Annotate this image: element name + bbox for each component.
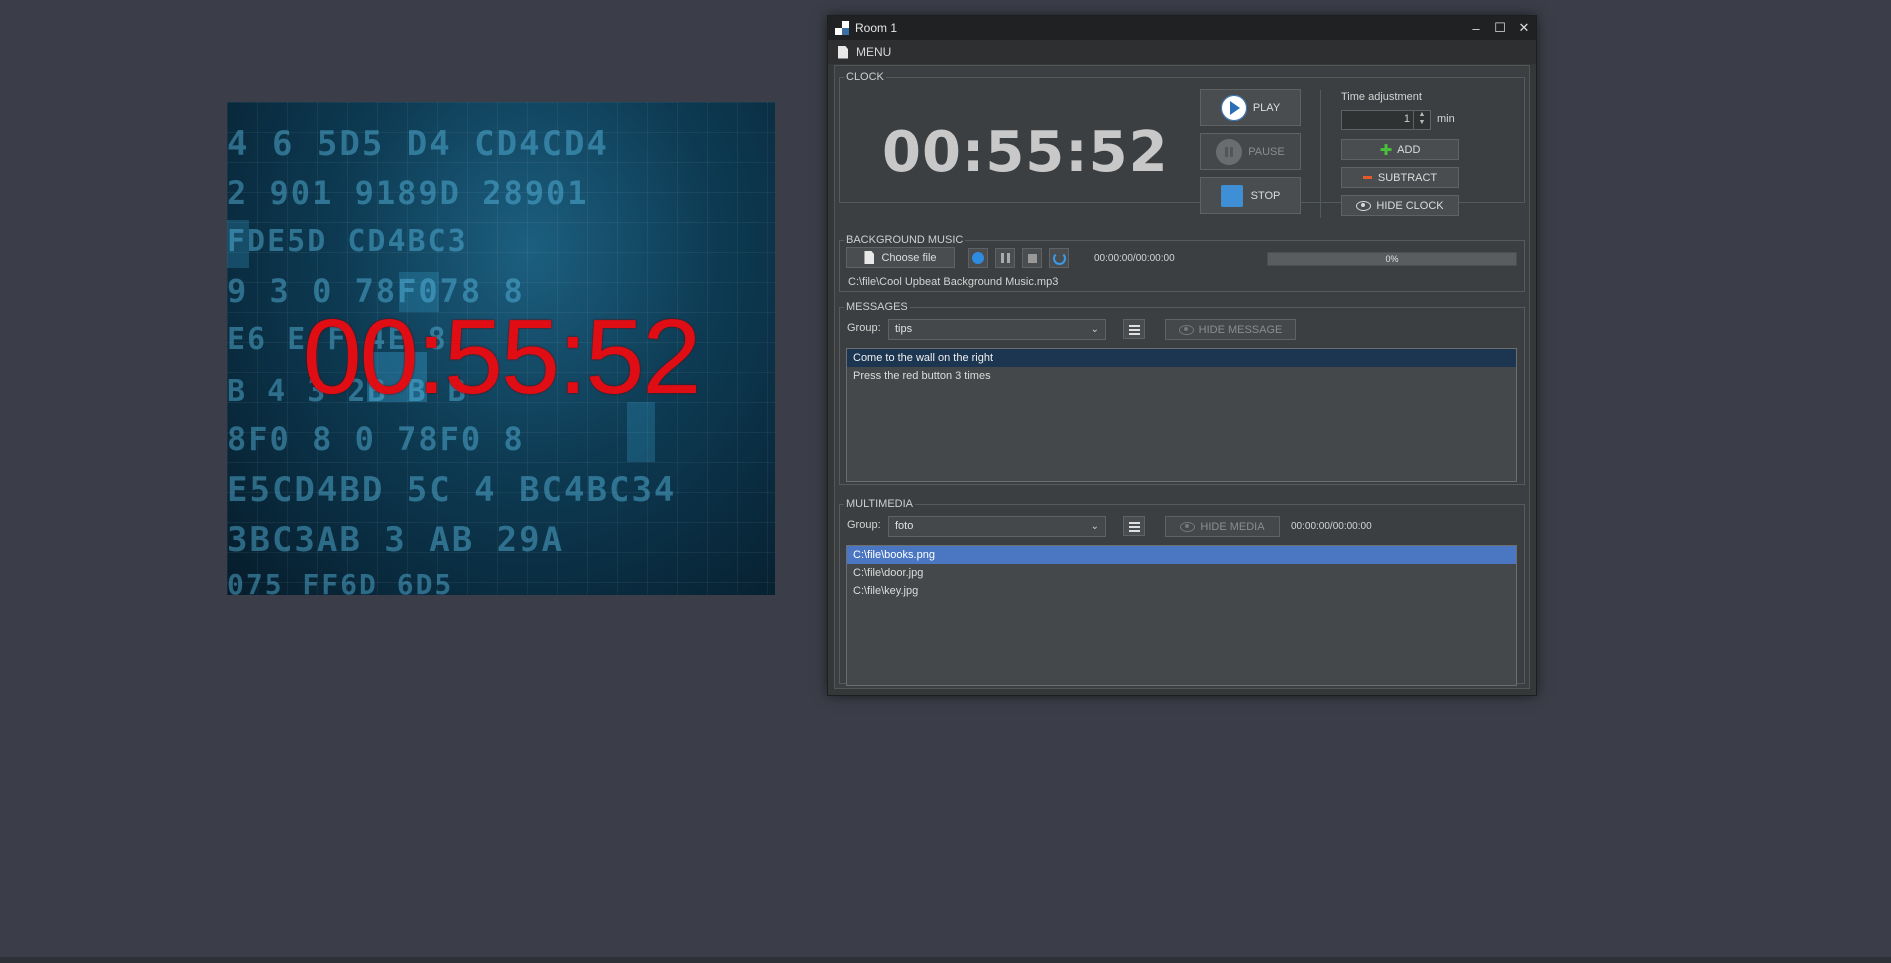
refresh-icon (1052, 251, 1066, 265)
messages-legend: MESSAGES (846, 301, 908, 313)
menu-button[interactable]: MENU (856, 45, 891, 59)
menu-bar: MENU (828, 40, 1536, 64)
clock-time: 00:55:52 (882, 120, 1169, 185)
time-adjustment-spinner[interactable]: 1 ▲ ▼ (1341, 110, 1431, 130)
messages-group-label: Group: (847, 322, 881, 334)
messages-group-value: tips (895, 323, 913, 335)
multimedia-menu-button[interactable] (1123, 516, 1145, 536)
multimedia-legend: MULTIMEDIA (846, 498, 914, 510)
eye-icon (1356, 200, 1372, 211)
stop-icon (1220, 184, 1243, 207)
play-icon (1220, 94, 1247, 121)
code-line: FDE5D CD4BC3 (227, 224, 468, 259)
time-adjustment-label: Time adjustment (1341, 91, 1422, 103)
multimedia-time: 00:00:00/00:00:00 (1291, 521, 1372, 532)
messages-menu-button[interactable] (1123, 319, 1145, 339)
hide-message-label: HIDE MESSAGE (1198, 323, 1283, 336)
desktop-bottom-strip (0, 957, 1891, 963)
add-time-button[interactable]: ✚ ADD (1341, 139, 1459, 160)
eye-icon (1180, 521, 1196, 532)
code-line: 2 901 9189D 28901 (227, 174, 589, 212)
messages-list: Come to the wall on the right Press the … (846, 348, 1517, 482)
hide-media-label: HIDE MEDIA (1200, 520, 1265, 533)
hide-clock-label: HIDE CLOCK (1376, 199, 1444, 212)
music-time: 00:00:00/00:00:00 (1094, 253, 1175, 264)
music-progress-bar: 0% (1267, 252, 1517, 266)
clock-display-preview: 4 6 5D5 D4 CD4CD4 2 901 9189D 28901 FDE5… (227, 102, 775, 595)
stop-icon (1027, 253, 1037, 263)
music-progress-text: 0% (1385, 254, 1399, 264)
music-legend: BACKGROUND MUSIC (846, 234, 964, 246)
stop-label: STOP (1250, 189, 1281, 202)
music-stop-button[interactable] (1022, 248, 1042, 268)
play-label: PLAY (1252, 101, 1281, 114)
music-play-button[interactable] (968, 248, 988, 268)
stop-button[interactable]: STOP (1200, 177, 1301, 214)
choose-file-button[interactable]: Choose file (846, 247, 955, 268)
multimedia-list: C:\file\books.png C:\file\door.jpg C:\fi… (846, 545, 1517, 686)
time-adjustment-value: 1 (1403, 113, 1410, 125)
music-file-path: C:\file\Cool Upbeat Background Music.mp3 (848, 276, 1059, 288)
play-icon (972, 252, 984, 264)
window-title: Room 1 (855, 21, 898, 35)
plus-icon: ✚ (1379, 141, 1393, 159)
add-label: ADD (1397, 143, 1421, 156)
spinner-arrows-icon[interactable]: ▲ ▼ (1413, 111, 1430, 129)
time-adjustment-unit: min (1437, 113, 1455, 125)
close-button[interactable]: ✕ (1512, 20, 1536, 36)
app-icon (835, 21, 849, 35)
subtract-label: SUBTRACT (1377, 171, 1438, 184)
pause-button[interactable]: PAUSE (1200, 133, 1301, 170)
hide-message-button[interactable]: HIDE MESSAGE (1165, 319, 1296, 340)
multimedia-group-label: Group: (847, 519, 881, 531)
pause-label: PAUSE (1248, 145, 1285, 158)
hide-clock-button[interactable]: HIDE CLOCK (1341, 195, 1459, 216)
code-line: 8F0 8 0 78F0 8 (227, 420, 525, 458)
chevron-down-icon: ⌄ (1090, 521, 1099, 532)
main-content: CLOCK 00:55:52 PLAY PAUSE STOP Time adju… (834, 65, 1530, 689)
file-icon (864, 251, 875, 264)
choose-file-label: Choose file (881, 251, 937, 264)
list-item[interactable]: C:\file\key.jpg (847, 582, 1516, 600)
code-line: 4 6 5D5 D4 CD4CD4 (227, 124, 609, 164)
list-item[interactable]: Come to the wall on the right (847, 349, 1516, 367)
play-button[interactable]: PLAY (1200, 89, 1301, 126)
code-line: E5CD4BD 5C 4 BC4BC34 (227, 470, 677, 510)
messages-group-select[interactable]: tips ⌄ (888, 319, 1106, 340)
room-window: Room 1 – ☐ ✕ MENU CLOCK 00:55:52 PLAY PA… (827, 15, 1537, 696)
code-line: 3BC3AB 3 AB 29A (227, 520, 565, 560)
hide-media-button[interactable]: HIDE MEDIA (1165, 516, 1280, 537)
list-item[interactable]: Press the red button 3 times (847, 367, 1516, 385)
clock-legend: CLOCK (846, 71, 884, 83)
multimedia-group-value: foto (895, 520, 914, 532)
minus-icon (1362, 176, 1372, 179)
display-clock-text: 00:55:52 (302, 298, 702, 416)
multimedia-group-select[interactable]: foto ⌄ (888, 516, 1106, 537)
document-icon (838, 45, 848, 59)
pause-icon (1216, 138, 1243, 165)
minimize-button[interactable]: – (1464, 21, 1488, 36)
code-line: 075 FF6D 6D5 (227, 568, 454, 595)
list-item[interactable]: C:\file\books.png (847, 546, 1516, 564)
maximize-button[interactable]: ☐ (1488, 20, 1512, 36)
subtract-time-button[interactable]: SUBTRACT (1341, 167, 1459, 188)
eye-icon (1178, 324, 1194, 335)
music-pause-button[interactable] (995, 248, 1015, 268)
music-repeat-button[interactable] (1049, 248, 1069, 268)
chevron-down-icon: ⌄ (1090, 324, 1099, 335)
list-item[interactable]: C:\file\door.jpg (847, 564, 1516, 582)
title-bar[interactable]: Room 1 – ☐ ✕ (828, 16, 1536, 40)
clock-divider (1320, 90, 1321, 218)
pause-icon (1000, 253, 1010, 263)
